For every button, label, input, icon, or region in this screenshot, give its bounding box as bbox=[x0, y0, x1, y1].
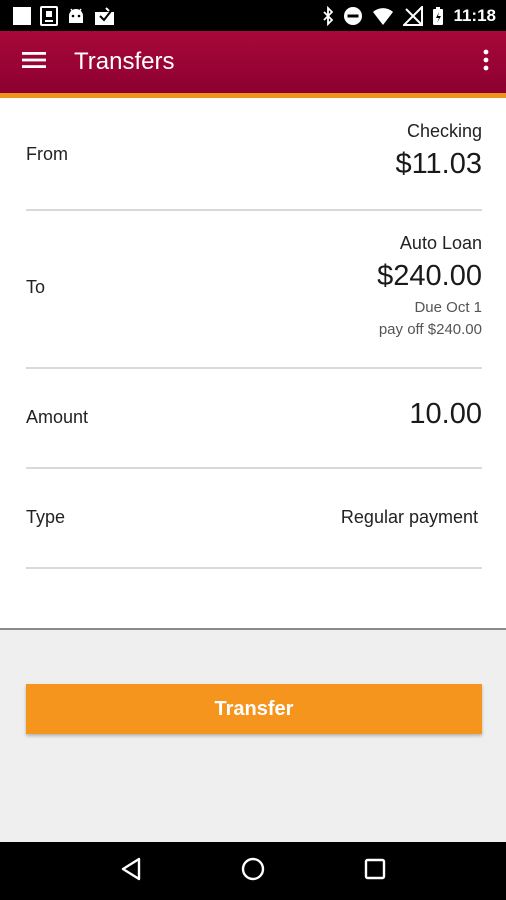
from-account-balance: $11.03 bbox=[395, 148, 482, 180]
android-notification-icon bbox=[66, 6, 86, 26]
home-button[interactable] bbox=[223, 842, 283, 900]
navigation-bar bbox=[0, 842, 506, 900]
home-icon bbox=[241, 857, 265, 885]
to-label: To bbox=[26, 277, 46, 297]
menu-button[interactable] bbox=[0, 31, 70, 93]
action-area: Transfer bbox=[0, 628, 506, 842]
system-status-icons: 11:18 bbox=[322, 5, 506, 26]
type-select[interactable]: Regular payment bbox=[341, 507, 478, 528]
no-signal-icon bbox=[403, 5, 424, 26]
app-bar: Transfers bbox=[0, 31, 506, 98]
clock: 11:18 bbox=[453, 5, 496, 25]
wifi-icon bbox=[372, 6, 394, 26]
hamburger-menu-icon bbox=[22, 50, 46, 74]
back-button[interactable] bbox=[101, 842, 161, 900]
to-account-details: Auto Loan $240.00 Due Oct 1 pay off $240… bbox=[377, 233, 482, 341]
to-account-name: Auto Loan bbox=[399, 233, 482, 253]
transfer-form: From Checking $11.03 To Auto Loan $240.0… bbox=[0, 98, 506, 628]
amount-label: Amount bbox=[26, 407, 89, 427]
amount-value[interactable]: 10.00 bbox=[409, 398, 482, 431]
page-title: Transfers bbox=[74, 48, 175, 75]
to-account-balance: $240.00 bbox=[377, 260, 482, 292]
recents-icon bbox=[364, 858, 386, 884]
bluetooth-icon bbox=[322, 5, 334, 26]
back-icon bbox=[120, 857, 142, 885]
status-bar: 11:18 bbox=[0, 0, 506, 31]
transfer-button[interactable]: Transfer bbox=[26, 684, 482, 734]
recents-button[interactable] bbox=[345, 842, 405, 900]
type-label: Type bbox=[26, 507, 66, 527]
download-notification-icon bbox=[40, 5, 58, 26]
more-vertical-icon bbox=[483, 49, 489, 75]
from-account-row[interactable]: From Checking $11.03 bbox=[26, 98, 482, 211]
overflow-menu-button[interactable] bbox=[466, 31, 506, 93]
from-label: From bbox=[26, 144, 68, 164]
type-row[interactable]: Type Regular payment bbox=[26, 469, 482, 569]
mail-check-notification-icon bbox=[94, 6, 116, 26]
amount-field[interactable]: 10.00 bbox=[409, 398, 482, 431]
due-date: Due Oct 1 bbox=[414, 299, 482, 316]
do-not-disturb-icon bbox=[343, 6, 363, 26]
amount-row[interactable]: Amount 10.00 bbox=[26, 369, 482, 469]
square-notification-icon bbox=[12, 6, 32, 26]
from-account-name: Checking bbox=[406, 121, 482, 141]
to-account-row[interactable]: To Auto Loan $240.00 Due Oct 1 pay off $… bbox=[26, 211, 482, 369]
type-value[interactable]: Regular payment bbox=[341, 507, 478, 528]
payoff-amount: pay off $240.00 bbox=[378, 321, 482, 338]
notification-icons bbox=[0, 5, 116, 26]
battery-icon bbox=[432, 6, 444, 26]
from-account-details: Checking $11.03 bbox=[395, 121, 482, 181]
